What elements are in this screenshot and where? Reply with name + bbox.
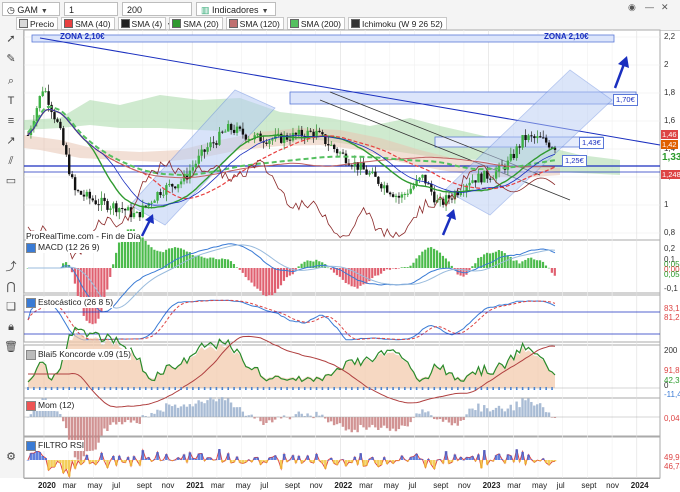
price-box-143: 1,43€ [579, 137, 604, 149]
indicator-tick: 83,16 [664, 304, 680, 313]
price-tick: 1 [664, 200, 669, 209]
time-tick: 2022 [334, 481, 353, 490]
time-tick: sept [581, 481, 597, 490]
time-tick: may [532, 481, 548, 490]
time-tick: jul [112, 481, 121, 490]
chart-area[interactable] [0, 0, 680, 491]
time-tick: nov [309, 481, 323, 490]
indicator-tick: 0,040 [664, 414, 680, 423]
zona-left-label: ZONA 2,10€ [60, 32, 105, 41]
time-tick: mar [359, 481, 373, 490]
indicator-tick: 49,91 [664, 453, 680, 462]
indicator-tick: 46,74 [664, 462, 680, 471]
price-box-125: 1,25€ [562, 155, 587, 167]
time-tick: 2023 [482, 481, 501, 490]
time-tick: nov [606, 481, 619, 490]
indicator-tick: 0,2 [664, 244, 676, 253]
indicator-tick: 0,052 [664, 270, 680, 279]
price-tick: 1,8 [664, 88, 676, 97]
time-tick: jul [556, 481, 565, 490]
koncorde-label[interactable]: Blai5 Koncorde v.09 (15) [26, 349, 131, 360]
time-tick: 2020 [38, 481, 56, 490]
indicator-tick: 200 [664, 346, 678, 355]
time-tick: may [235, 481, 251, 490]
time-tick: sept [136, 481, 152, 490]
time-tick: jul [408, 481, 417, 490]
indicator-tick: 0 [664, 381, 669, 390]
time-tick: may [87, 481, 103, 490]
time-axis: 2020 mar may jul sept nov 2021 mar may jul sept nov… [24, 478, 660, 492]
price-tick: 1,6 [664, 116, 676, 125]
zona-210-band [31, 34, 615, 43]
indicator-tick: -0,1 [664, 284, 678, 293]
price-box-170: 1,70€ [613, 94, 638, 106]
price-tick: 2,2 [664, 32, 676, 41]
zona-right-label: ZONA 2,10€ [544, 32, 589, 41]
time-tick: 2024 [630, 481, 649, 490]
price-tag: 1,33 [661, 153, 680, 163]
source-label: ProRealTime.com - Fin de Día [26, 231, 141, 242]
price-tag: 1,248 [661, 170, 680, 179]
time-tick: sept [285, 481, 301, 490]
time-tick: 2021 [186, 481, 204, 490]
time-tick: mar [507, 481, 522, 490]
mom-label[interactable]: Mom (12) [26, 400, 75, 411]
price-tag: 1,42 [661, 140, 678, 149]
price-tick: 0,8 [664, 228, 676, 237]
time-tick: nov [457, 481, 471, 490]
time-tick: jul [260, 481, 269, 490]
time-tick: may [383, 481, 399, 490]
indicator-tick: -11,42 [664, 390, 680, 399]
time-tick: mar [62, 481, 77, 490]
price-tag: 1,46 [661, 130, 678, 139]
indicator-tick: 81,27 [664, 313, 680, 322]
time-tick: mar [210, 481, 225, 490]
time-tick: sept [433, 481, 449, 490]
macd-label[interactable]: MACD (12 26 9) [26, 242, 100, 253]
indicator-tick: 91,88 [664, 366, 680, 375]
rsi-label[interactable]: FILTRO RSI [26, 440, 85, 451]
price-tick: 2 [664, 60, 669, 69]
time-tick: nov [161, 481, 175, 490]
stoch-label[interactable]: Estocástico (26 8 5) [26, 297, 114, 308]
